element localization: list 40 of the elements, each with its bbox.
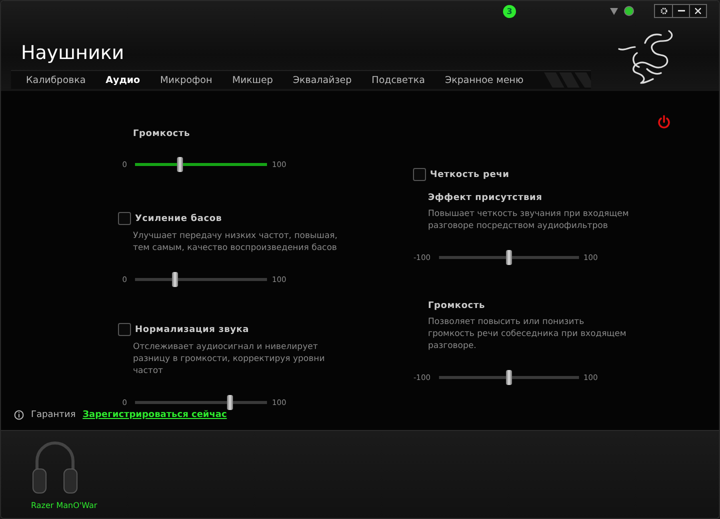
notification-badge[interactable]: 3	[503, 4, 516, 18]
register-link[interactable]: Зарегистрироваться сейчас	[82, 410, 227, 420]
window-title: Наушники	[21, 42, 124, 66]
setting-title: Эффект присутствия	[428, 193, 542, 203]
tab[interactable]: Микрофон	[160, 74, 212, 86]
setting-title: Нормализация звука	[135, 324, 250, 334]
close-button[interactable]	[689, 5, 706, 18]
tab[interactable]: Экранное меню	[444, 74, 524, 86]
checkbox[interactable]	[413, 168, 426, 181]
tab[interactable]: Микшер	[232, 74, 273, 86]
tab[interactable]: Подсветка	[372, 74, 425, 86]
setting-title: Четкость речи	[430, 170, 510, 180]
checkbox[interactable]	[118, 212, 131, 225]
device-name: Razer ManO'War	[31, 501, 98, 510]
setting-description: Отслеживает аудиосигнал и нивелирует разницу в громкости, корректируя уровни частот	[133, 341, 326, 377]
setting-title: Громкость	[428, 301, 485, 311]
power-icon[interactable]	[657, 115, 671, 129]
setting-description: Повышает четкость звучания при входящем разговоре посредством аудиофильтров	[428, 208, 630, 232]
tab[interactable]: Аудио	[106, 74, 140, 86]
tab[interactable]: Калибровка	[11, 74, 86, 86]
slider-thumb[interactable]	[506, 250, 512, 265]
close-icon	[695, 8, 701, 14]
slider-thumb[interactable]	[176, 157, 183, 172]
setting-description: Позволяет повысить или понизить громкость речи собеседника при входящем разговоре.	[428, 316, 628, 352]
settings-button[interactable]	[655, 5, 672, 18]
setting-title: Громкость	[133, 129, 190, 139]
checkbox[interactable]	[118, 323, 131, 336]
slider-thumb[interactable]	[227, 395, 234, 410]
setting-description: Улучшает передачу низких частот, повышая, тем самым, качество воспроизведения басов	[133, 230, 338, 254]
minimize-icon	[678, 10, 684, 12]
dropdown-triangle-icon[interactable]	[610, 8, 618, 15]
slider-thumb[interactable]	[506, 370, 512, 385]
setting-title: Усиление басов	[135, 214, 222, 224]
warranty-label: Гарантия	[31, 410, 76, 420]
slider-thumb[interactable]	[172, 272, 178, 287]
gear-icon	[660, 7, 668, 16]
tab[interactable]: Эквалайзер	[292, 74, 352, 86]
status-dot-icon[interactable]	[624, 6, 634, 16]
info-icon	[14, 410, 24, 420]
minimize-button[interactable]	[672, 5, 689, 18]
